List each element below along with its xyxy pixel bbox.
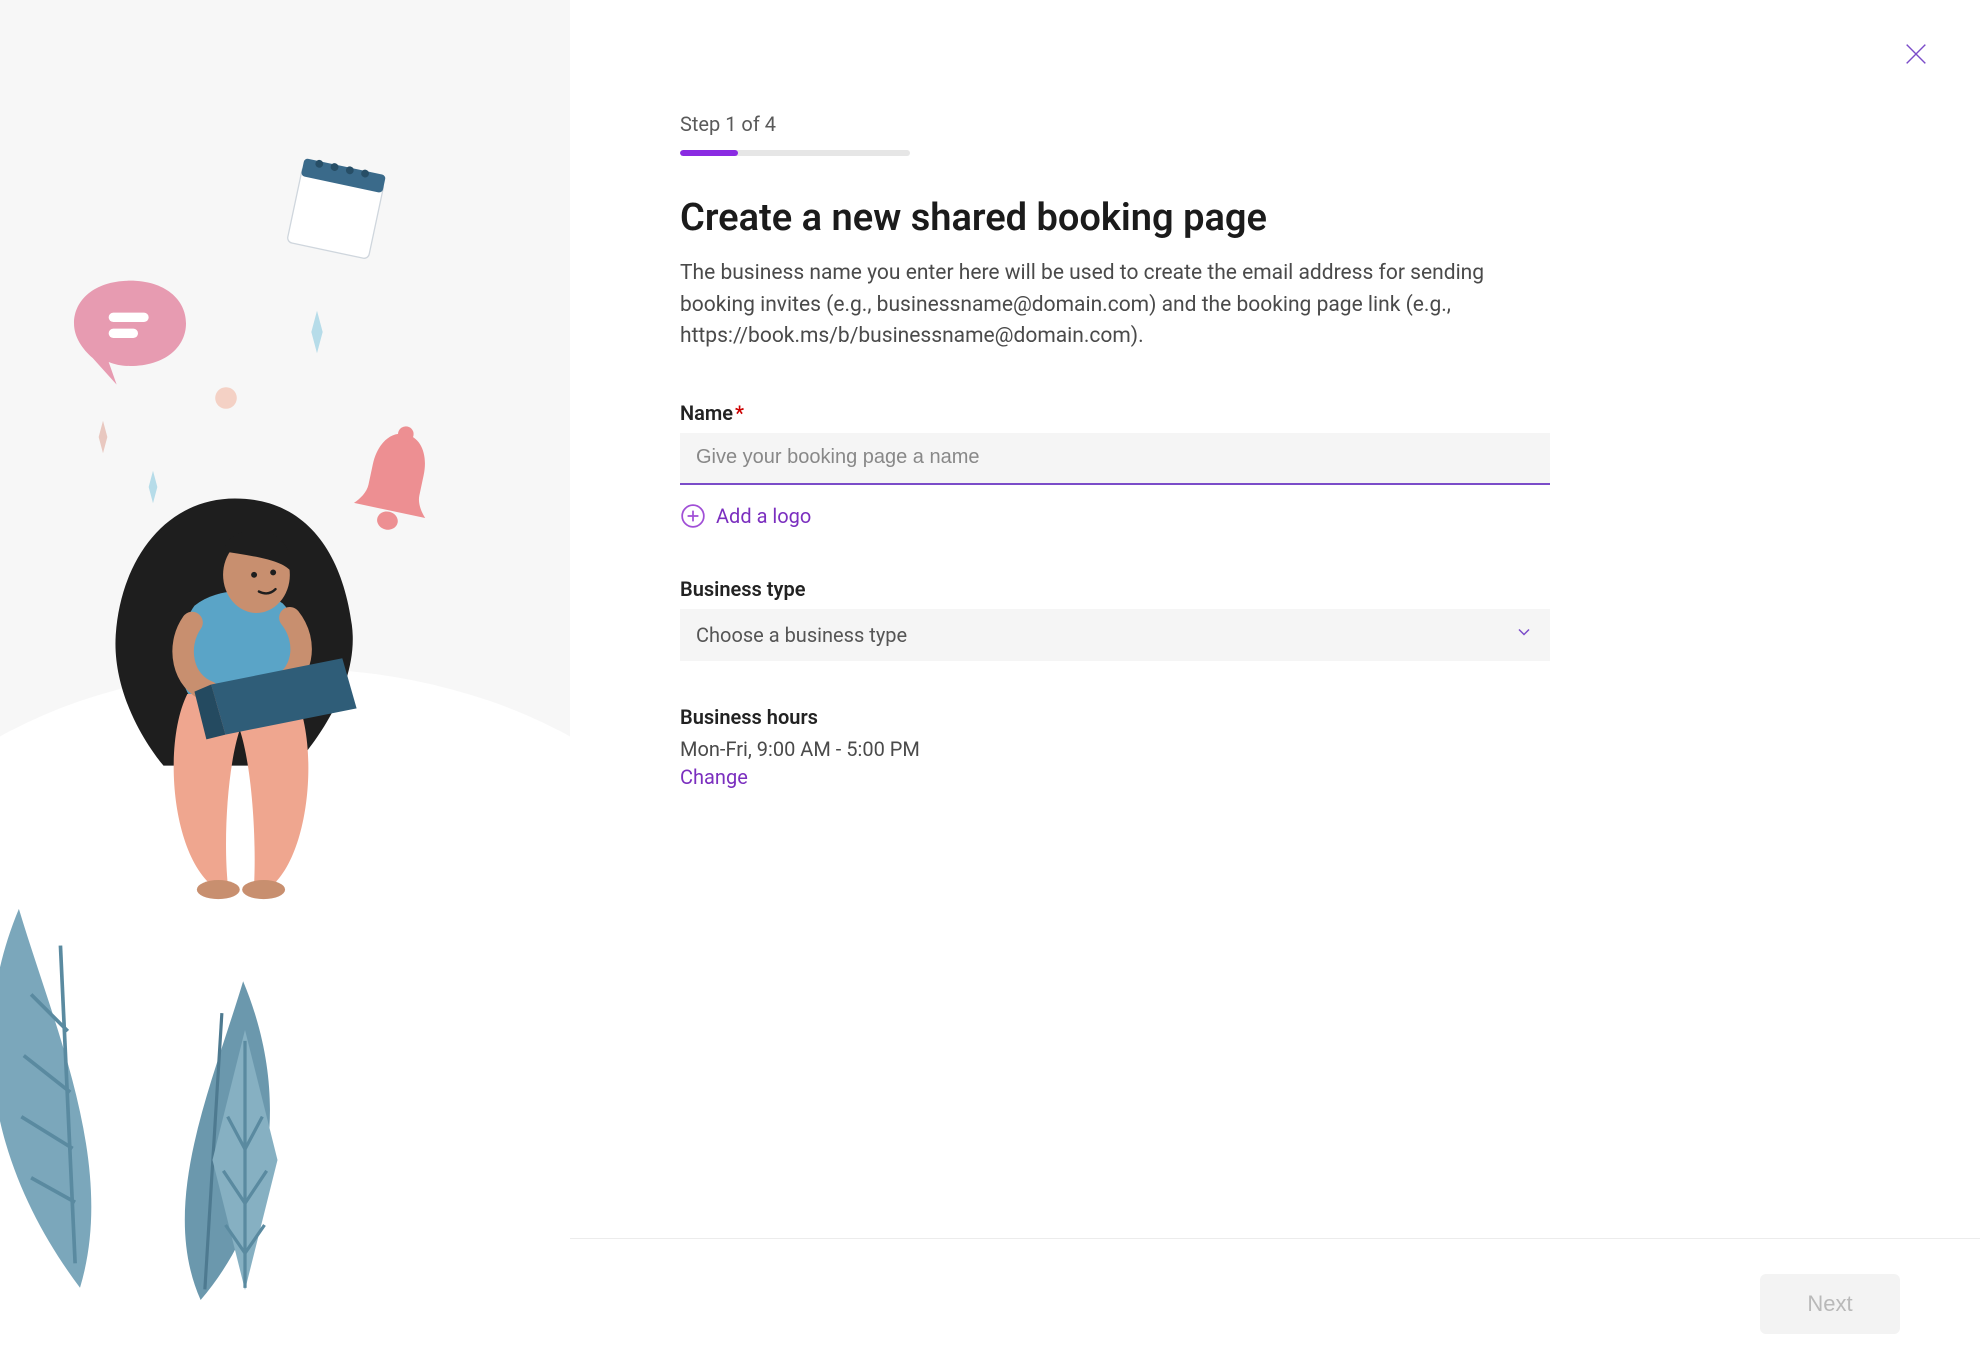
name-label: Name*: [680, 401, 1550, 425]
business-hours-value: Mon-Fri, 9:00 AM - 5:00 PM: [680, 737, 1550, 761]
next-button[interactable]: Next: [1760, 1274, 1900, 1334]
plus-circle-icon: [680, 503, 706, 529]
progress-bar: [680, 150, 910, 156]
plant-spike-icon: [180, 1030, 310, 1290]
business-type-label: Business type: [680, 577, 1550, 601]
page-title: Create a new shared booking page: [680, 196, 1550, 240]
dot-icon: [214, 386, 238, 410]
add-logo-button[interactable]: Add a logo: [680, 503, 811, 529]
booking-page-name-input[interactable]: [680, 433, 1550, 485]
calendar-icon: [270, 150, 400, 280]
chat-bubble-icon: [60, 270, 200, 390]
sparkle-icon: [90, 420, 116, 454]
close-icon: [1902, 40, 1930, 68]
business-hours-label: Business hours: [680, 705, 1550, 729]
wizard-footer: Next: [570, 1238, 1980, 1368]
name-label-text: Name: [680, 401, 733, 425]
close-button[interactable]: [1892, 30, 1940, 78]
form-panel: Step 1 of 4 Create a new shared booking …: [570, 0, 1980, 1368]
business-type-selected: Choose a business type: [696, 623, 907, 647]
sparkle-icon: [300, 310, 334, 354]
change-hours-link[interactable]: Change: [680, 765, 748, 789]
business-type-select[interactable]: Choose a business type: [680, 609, 1550, 661]
chevron-down-icon: [1514, 622, 1534, 647]
step-indicator: Step 1 of 4: [680, 112, 1550, 136]
person-laptop-illustration: [80, 490, 390, 910]
illustration-panel: [0, 0, 570, 1368]
add-logo-label: Add a logo: [716, 504, 811, 528]
progress-fill: [680, 150, 738, 156]
required-mark: *: [735, 401, 744, 425]
page-description: The business name you enter here will be…: [680, 258, 1550, 353]
